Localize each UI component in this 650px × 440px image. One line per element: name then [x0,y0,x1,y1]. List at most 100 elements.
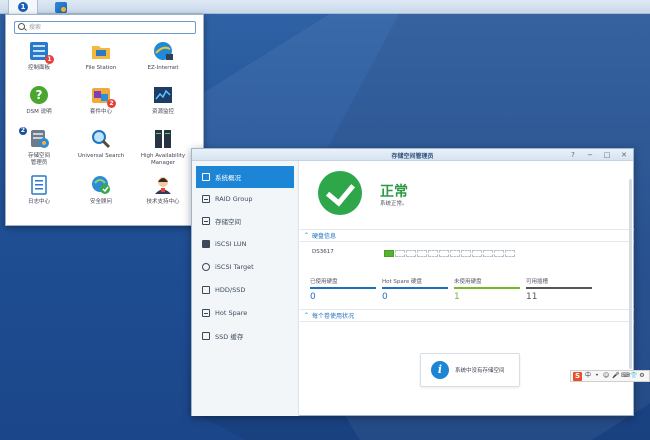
status-description: 系统正常。 [380,201,408,207]
notification-badge: 1 [45,55,54,64]
disk-slot-empty [417,250,427,257]
main-menu-button[interactable]: 1 [8,0,38,14]
app-dsm-help[interactable]: ? DSM 说明 [8,85,70,129]
collapse-chevron-icon: ⌃ [304,312,310,319]
ime-microphone-icon[interactable]: 🎤 [612,372,619,380]
sidebar-item-label: 系统概况 [215,174,241,182]
search-icon [17,22,29,33]
folder-icon [91,41,111,61]
disk-slot-empty [395,250,405,257]
support-center-icon [153,175,173,195]
ime-settings-icon[interactable]: ⚙ [639,372,645,380]
collapse-chevron-icon: ⌃ [304,232,310,239]
stat-hot-spare-disks: Hot Spare 硬盘 0 [382,277,448,303]
app-log-center[interactable]: 日志中心 [8,175,70,219]
close-button[interactable]: ✕ [620,150,628,160]
app-label: 存储空间 管理员 [27,153,50,166]
sidebar-item-label: SSD 缓存 [215,333,244,341]
disk-slot-empty [450,250,460,257]
sidebar-item-overview[interactable]: 系统概况 [196,166,294,188]
storage-manager-window: 存储空间管理员 ? − □ ✕ 系统概况 RAID Group 存储空间 iSC… [191,148,634,416]
app-label: 套件中心 [89,109,112,115]
main-menu-panel: 1 控制面板 File Station EZ-Internet ? DSM 说明… [5,14,204,226]
ime-punctuation-icon[interactable]: • [594,372,600,380]
ime-emoji-icon[interactable]: ☺ [603,372,609,380]
ime-language-toggle[interactable]: 中 [585,372,591,380]
app-label: High Availability Manager [140,153,186,166]
sidebar-item-hot-spare[interactable]: Hot Spare [196,302,294,324]
resource-monitor-icon [153,85,173,105]
app-high-availability-manager[interactable]: High Availability Manager [132,129,194,173]
app-label: 控制面板 [27,65,50,71]
status-title: 正常 [380,184,408,200]
server-icon [153,129,173,149]
ime-skin-icon[interactable]: 👕 [630,372,637,380]
sidebar-item-label: 存储空间 [215,218,241,226]
taskbar-storage-manager-button[interactable] [46,0,76,14]
sidebar: 系统概况 RAID Group 存储空间 iSCSI LUN iSCSI Tar… [192,161,299,416]
app-universal-search[interactable]: Universal Search [70,129,132,173]
app-support-center[interactable]: 技术支持中心 [132,175,194,219]
app-resource-monitor[interactable]: 资源监控 [132,85,194,129]
sidebar-item-iscsi-lun[interactable]: iSCSI LUN [196,233,294,255]
disk-info-header[interactable]: ⌃ 硬盘信息 [304,231,336,240]
app-label: 日志中心 [27,199,50,205]
stat-label: 未使用硬盘 [454,277,520,289]
minimize-button[interactable]: − [586,150,594,160]
disk-slot-empty [406,250,416,257]
maximize-button[interactable]: □ [603,150,611,160]
stat-label: Hot Spare 硬盘 [382,277,448,289]
stat-value: 1 [454,292,460,302]
volume-icon [202,217,210,225]
search-input[interactable] [29,22,189,33]
sidebar-item-label: iSCSI Target [215,263,254,271]
magnifier-icon [91,129,111,149]
disk-slot-empty [494,250,504,257]
app-label: EZ-Internet [147,65,179,71]
globe-icon [153,41,173,61]
stat-label: 可用插槽 [526,277,592,289]
taskbar: 1 [0,0,650,14]
disk-slot-empty [428,250,438,257]
app-control-panel[interactable]: 1 控制面板 [8,41,70,85]
app-file-station[interactable]: File Station [70,41,132,85]
sidebar-item-ssd-cache[interactable]: SSD 缓存 [196,325,294,347]
ime-logo-icon[interactable]: S [573,371,582,381]
svg-text:?: ? [36,88,43,102]
ime-keyboard-icon[interactable]: ⌨ [621,372,630,380]
section-title: 每个卷使用状况 [312,313,355,320]
app-label: Universal Search [77,153,125,159]
app-storage-manager[interactable]: 2 存储空间 管理员 [8,127,70,173]
scrollbar[interactable] [629,179,632,369]
sidebar-item-hdd-ssd[interactable]: HDD/SSD [196,279,294,301]
section-title: 硬盘信息 [312,233,337,240]
app-package-center[interactable]: 2 套件中心 [70,85,132,129]
raid-group-icon [202,195,210,203]
app-security-advisor[interactable]: 安全顾问 [70,175,132,219]
window-title: 存储空间管理员 [391,153,434,160]
divider [300,229,634,230]
status-ok-icon [318,171,362,215]
sidebar-item-iscsi-target[interactable]: iSCSI Target [196,256,294,278]
sidebar-item-volume[interactable]: 存储空间 [196,210,294,232]
app-ez-internet[interactable]: EZ-Internet [132,41,194,85]
storage-manager-icon [55,1,67,13]
disk-slot-empty [472,250,482,257]
stat-unused-disks: 未使用硬盘 1 [454,277,520,303]
window-titlebar[interactable]: 存储空间管理员 ? − □ ✕ [192,149,633,161]
iscsi-lun-icon [202,240,210,248]
disk-slot-bar [384,250,515,257]
hot-spare-icon [202,309,210,317]
app-label: 资源监控 [151,109,174,115]
notification-badge: 2 [107,99,116,108]
help-button[interactable]: ? [569,150,577,160]
disk-slot-empty [483,250,493,257]
disk-slot-used [384,250,394,257]
divider [300,309,634,310]
volume-usage-header[interactable]: ⌃ 每个卷使用状况 [304,311,354,320]
sidebar-item-raid-group[interactable]: RAID Group [196,188,294,210]
stat-value: 11 [526,292,538,302]
nas-model: DS3617 [312,249,334,255]
divider [300,321,634,322]
sidebar-item-label: iSCSI LUN [215,240,247,248]
